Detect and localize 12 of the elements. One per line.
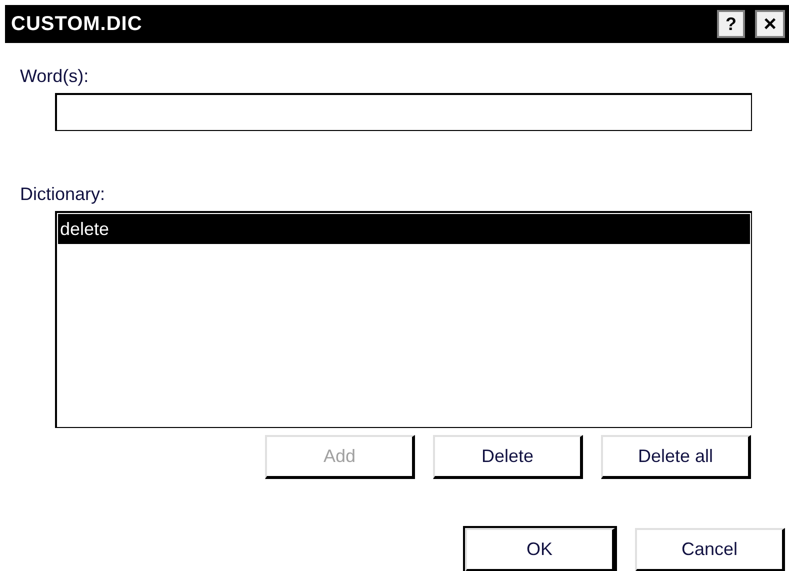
- delete-button[interactable]: Delete: [433, 435, 583, 479]
- help-button[interactable]: ?: [717, 10, 745, 38]
- word-input-field[interactable]: [55, 93, 752, 131]
- dictionary-item[interactable]: delete: [58, 214, 750, 244]
- word-label: Word(s):: [20, 67, 90, 85]
- dictionary-list[interactable]: delete: [55, 211, 752, 428]
- ok-button[interactable]: OK: [465, 528, 615, 571]
- dictionary-label: Dictionary:: [20, 185, 106, 203]
- delete-all-button[interactable]: Delete all: [601, 435, 751, 479]
- cancel-button[interactable]: Cancel: [635, 528, 785, 571]
- close-button[interactable]: ×: [755, 10, 785, 38]
- window-title: CUSTOM.DIC: [11, 12, 144, 37]
